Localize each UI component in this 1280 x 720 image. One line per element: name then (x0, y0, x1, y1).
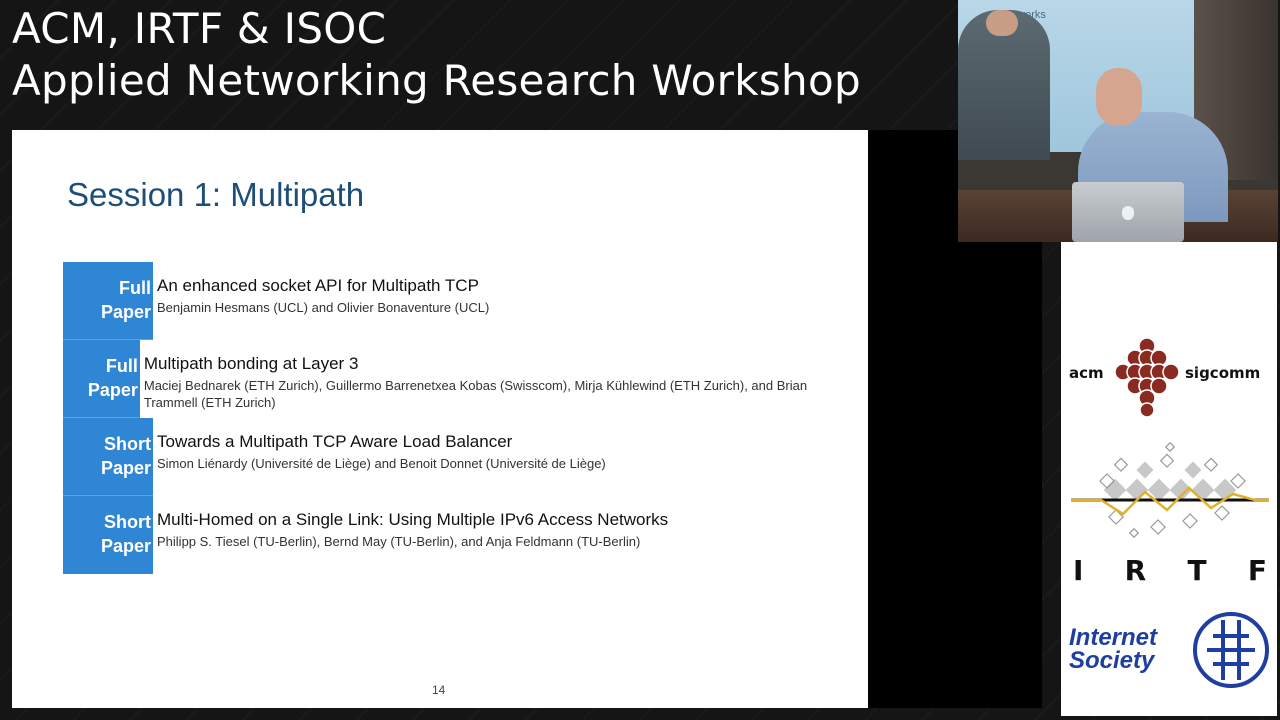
acm-label: acm (1069, 364, 1104, 382)
paper-info: Multipath bonding at Layer 3 Maciej Bedn… (140, 340, 823, 418)
speaker-video: ss Networks (958, 0, 1278, 242)
irtf-logo: I R T F (1067, 438, 1273, 588)
paper-type-line2: Paper (100, 458, 151, 478)
paper-info: An enhanced socket API for Multipath TCP… (153, 262, 489, 340)
irtf-letters: I R T F (1073, 554, 1267, 587)
session-row: Short Paper Multi-Homed on a Single Link… (63, 496, 823, 574)
paper-type-line2: Paper (87, 380, 138, 400)
paper-type-tag: Full Paper (63, 340, 140, 418)
paper-type-tag: Short Paper (63, 418, 153, 496)
irtf-letter: T (1187, 554, 1207, 587)
paper-authors: Simon Liénardy (Université de Liège) and… (157, 456, 606, 471)
isoc-globe-icon (1193, 612, 1269, 688)
session-row: Full Paper An enhanced socket API for Mu… (63, 262, 823, 340)
paper-title: Multi-Homed on a Single Link: Using Mult… (157, 510, 669, 529)
acm-sigcomm-logo: acm sigcomm (1067, 334, 1273, 418)
slide-title: Session 1: Multipath (67, 176, 365, 213)
paper-type-line1: Short (104, 434, 151, 454)
paper-type-line2: Paper (100, 536, 151, 556)
irtf-letter: R (1124, 554, 1147, 587)
paper-title: Towards a Multipath TCP Aware Load Balan… (157, 432, 513, 451)
internet-society-logo: Internet Society (1067, 610, 1273, 700)
paper-authors: Philipp S. Tiesel (TU-Berlin), Bernd May… (157, 534, 641, 549)
sigcomm-label: sigcomm (1185, 364, 1261, 382)
session-row: Short Paper Towards a Multipath TCP Awar… (63, 418, 823, 496)
sponsor-logo-panel: acm sigcomm I R T F Internet Society (1061, 242, 1277, 716)
slide-page-number: 14 (432, 683, 446, 697)
paper-info: Multi-Homed on a Single Link: Using Mult… (153, 496, 668, 574)
paper-title: Multipath bonding at Layer 3 (143, 354, 359, 373)
irtf-pattern-icon (1071, 441, 1269, 539)
standing-person-head (986, 10, 1018, 36)
standing-person (958, 10, 1050, 160)
paper-type-line2: Paper (100, 302, 151, 322)
paper-type-tag: Short Paper (63, 496, 153, 574)
irtf-letter: F (1247, 554, 1267, 587)
paper-info: Towards a Multipath TCP Aware Load Balan… (153, 418, 606, 496)
paper-type-tag: Full Paper (63, 262, 153, 340)
session-list: Full Paper An enhanced socket API for Mu… (63, 262, 823, 574)
title-line-workshop: Applied Networking Research Workshop (12, 56, 861, 105)
workshop-title: ACM, IRTF & ISOC Applied Networking Rese… (12, 4, 861, 108)
paper-authors: Maciej Bednarek (ETH Zurich), Guillermo … (143, 378, 808, 410)
session-row: Full Paper Multipath bonding at Layer 3 … (63, 340, 823, 418)
paper-type-line1: Full (119, 278, 151, 298)
laptop (1072, 182, 1184, 242)
apple-logo-icon (1122, 206, 1134, 220)
paper-type-line1: Short (104, 512, 151, 532)
paper-authors: Benjamin Hesmans (UCL) and Olivier Bonav… (157, 300, 490, 315)
title-line-organizers: ACM, IRTF & ISOC (12, 4, 387, 53)
presentation-slide: Session 1: Multipath Full Paper An enhan… (12, 130, 868, 708)
irtf-letter: I (1073, 554, 1084, 587)
paper-title: An enhanced socket API for Multipath TCP (157, 276, 479, 295)
speaker-head (1096, 68, 1142, 126)
paper-type-line1: Full (105, 356, 138, 376)
